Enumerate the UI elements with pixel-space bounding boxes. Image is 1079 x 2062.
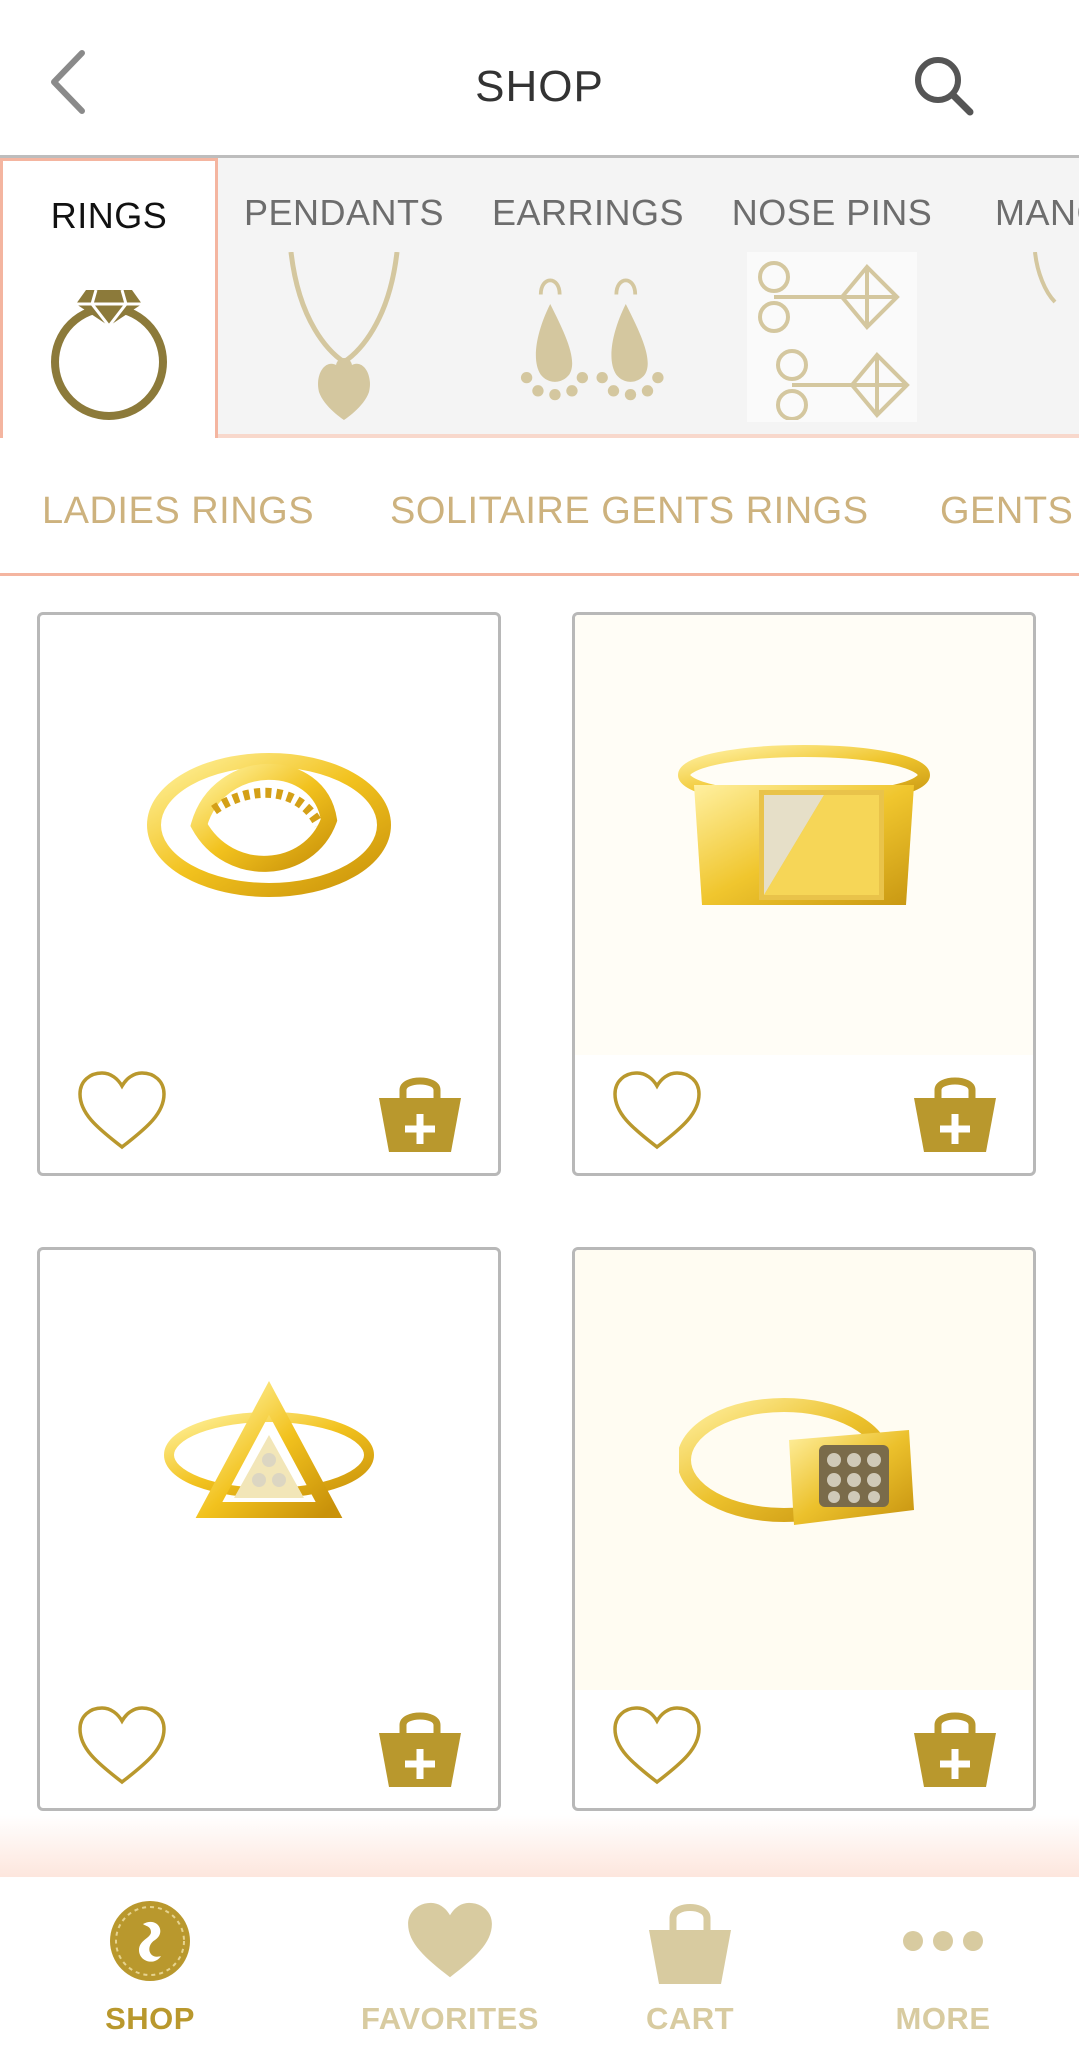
subcategory-solitaire-gents-rings[interactable]: SOLITAIRE GENTS RINGS bbox=[390, 490, 869, 533]
category-tab-nose-pins[interactable]: NOSE PINS bbox=[722, 158, 942, 438]
category-tab-mangalsutra[interactable]: MANG bbox=[980, 158, 1079, 438]
search-button[interactable] bbox=[909, 46, 979, 126]
app-header: SHOP bbox=[0, 0, 1079, 158]
nav-label: FAVORITES bbox=[361, 2001, 539, 2036]
favorite-button[interactable] bbox=[607, 1696, 707, 1796]
shop-logo-icon bbox=[100, 1891, 200, 1991]
nav-label: CART bbox=[645, 2001, 735, 2036]
search-icon bbox=[915, 57, 974, 116]
heart-outline-icon bbox=[613, 1706, 701, 1785]
product-card[interactable] bbox=[37, 612, 501, 1176]
product-image[interactable] bbox=[40, 1250, 498, 1690]
basket-icon bbox=[640, 1891, 740, 1991]
product-image[interactable] bbox=[575, 615, 1033, 1055]
category-label: MANG bbox=[995, 192, 1079, 233]
subcategory-strip[interactable]: LADIES RINGS SOLITAIRE GENTS RINGS GENTS bbox=[0, 438, 1079, 576]
heart-outline-icon bbox=[613, 1071, 701, 1150]
earrings-icon bbox=[503, 252, 673, 422]
category-strip[interactable]: RINGS PENDANTS EARRINGS NOSE PINS MAN bbox=[0, 158, 1079, 438]
more-dots-icon bbox=[893, 1891, 993, 1991]
category-label: PENDANTS bbox=[243, 192, 445, 233]
nav-more[interactable]: MORE bbox=[880, 1877, 1006, 2062]
subcategory-gents[interactable]: GENTS bbox=[940, 490, 1073, 533]
heart-outline-icon bbox=[78, 1706, 166, 1785]
bottom-navigation: SHOP FAVORITES CART MORE bbox=[0, 1877, 1079, 2062]
add-to-cart-button[interactable] bbox=[370, 1061, 470, 1161]
nav-label: MORE bbox=[895, 2001, 991, 2036]
product-image[interactable] bbox=[575, 1250, 1033, 1690]
basket-add-icon bbox=[379, 1712, 461, 1787]
basket-add-icon bbox=[914, 1712, 996, 1787]
favorite-button[interactable] bbox=[72, 1696, 172, 1796]
basket-add-icon bbox=[379, 1077, 461, 1152]
add-to-cart-button[interactable] bbox=[905, 1696, 1005, 1796]
favorite-button[interactable] bbox=[607, 1061, 707, 1161]
scroll-fade bbox=[0, 1815, 1079, 1877]
nose-pin-icon bbox=[747, 252, 917, 422]
category-label: RINGS bbox=[50, 195, 168, 236]
heart-icon bbox=[400, 1891, 500, 1991]
product-image[interactable] bbox=[40, 615, 498, 1055]
subcategory-ladies-rings[interactable]: LADIES RINGS bbox=[42, 490, 314, 533]
category-label: EARRINGS bbox=[491, 192, 685, 233]
favorite-button[interactable] bbox=[72, 1061, 172, 1161]
basket-add-icon bbox=[914, 1077, 996, 1152]
product-card[interactable] bbox=[572, 1247, 1036, 1811]
category-tab-rings[interactable]: RINGS bbox=[0, 158, 218, 438]
add-to-cart-button[interactable] bbox=[370, 1696, 470, 1796]
category-tab-earrings[interactable]: EARRINGS bbox=[478, 158, 698, 438]
product-card[interactable] bbox=[37, 1247, 501, 1811]
nav-label: SHOP bbox=[105, 2001, 195, 2036]
nav-favorites[interactable]: FAVORITES bbox=[360, 1877, 540, 2062]
product-card[interactable] bbox=[572, 612, 1036, 1176]
category-tab-pendants[interactable]: PENDANTS bbox=[238, 158, 450, 438]
nav-cart[interactable]: CART bbox=[630, 1877, 750, 2062]
mangalsutra-icon bbox=[965, 252, 1079, 422]
category-label: NOSE PINS bbox=[731, 192, 933, 233]
nav-shop[interactable]: SHOP bbox=[90, 1877, 210, 2062]
add-to-cart-button[interactable] bbox=[905, 1061, 1005, 1161]
pendant-icon bbox=[259, 252, 429, 422]
heart-outline-icon bbox=[78, 1071, 166, 1150]
ring-icon bbox=[24, 255, 194, 425]
